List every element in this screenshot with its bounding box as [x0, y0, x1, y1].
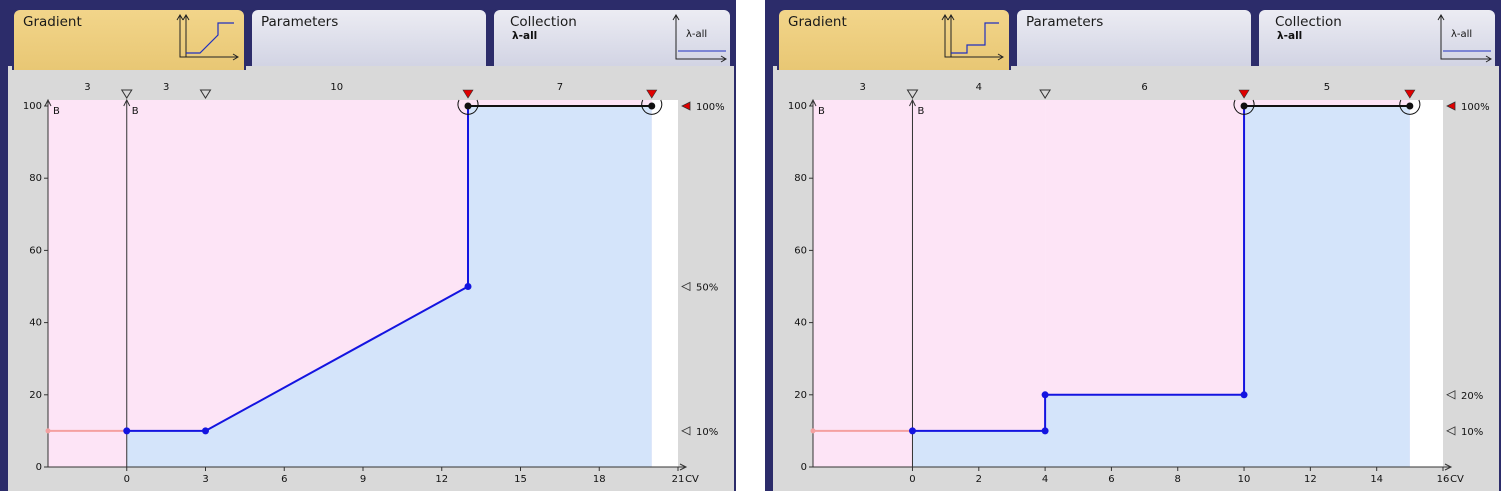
x-tick-label: 6 [1108, 474, 1114, 485]
x-tick-label: 21 [672, 474, 685, 485]
y-axis-label: B [53, 106, 60, 117]
x-tick-label: 0 [124, 474, 130, 485]
x-tick-label: 9 [360, 474, 366, 485]
gradient-panel-left: Gradient Parameters Collection λ-all λ-a… [0, 0, 736, 491]
x-tick-label: 10 [1238, 474, 1251, 485]
y-tick-label: 20 [794, 390, 807, 401]
x-tick-label: 8 [1175, 474, 1181, 485]
y-tick-label: 100 [788, 101, 807, 112]
chart-area-right: 3 4 6 5 B 0 20 40 60 80 100 CV 0 2 4 6 8 10 12 14 16 B 100% 20%… [773, 66, 1499, 491]
tab-parameters-label: Parameters [261, 14, 339, 30]
gradient-point[interactable] [464, 283, 472, 290]
tab-collection-label: Collection [1275, 14, 1342, 30]
step-gradient-icon [941, 14, 1004, 61]
equilibration-point [810, 428, 816, 434]
gradient-panel-right: Gradient Parameters Collection λ-all λ-a… [765, 0, 1501, 491]
lambda-all-icon: λ-all [1437, 14, 1492, 63]
gradient-point[interactable] [1240, 391, 1248, 399]
tab-collection[interactable]: Collection λ-all λ-all [492, 8, 732, 72]
gradient-point[interactable] [123, 427, 131, 435]
y-axis-label: B [818, 106, 825, 117]
gradient-point[interactable] [202, 427, 209, 435]
x-tick-label: 6 [281, 474, 287, 485]
wash-point[interactable] [464, 102, 472, 110]
sample-region [912, 100, 1046, 467]
y-tick-label: 80 [29, 173, 42, 184]
segment-length-label: 3 [163, 82, 169, 93]
gradient-point[interactable] [908, 427, 916, 435]
tab-collection-sub: λ-all [512, 30, 538, 42]
segment-length-label: 10 [330, 82, 343, 93]
tab-parameters-label: Parameters [1026, 14, 1104, 30]
tab-collection[interactable]: Collection λ-all λ-all [1257, 8, 1497, 72]
x-tick-label: 3 [202, 474, 208, 485]
gradient-point[interactable] [1041, 391, 1049, 399]
level-label: 100% [696, 102, 725, 113]
y-tick-label: 0 [801, 462, 807, 473]
x-tick-label: 0 [909, 474, 915, 485]
x-tick-label: 12 [1304, 474, 1317, 485]
chart-area-left: 3 3 10 7 B 0 20 40 60 80 100 CV 0 3 6 9 12 15 18 21 B 100% 50%… [8, 66, 734, 491]
y-tick-label: 40 [29, 318, 42, 329]
b-axis-label: B [132, 106, 139, 117]
y-tick-label: 40 [794, 318, 807, 329]
lambda-all-icon: λ-all [672, 14, 727, 63]
x-axis-label: CV [1450, 474, 1464, 485]
x-axis-label: CV [685, 474, 699, 485]
x-tick-label: 18 [593, 474, 606, 485]
level-label: 50% [696, 283, 718, 294]
y-tick-label: 60 [794, 245, 807, 256]
gradient-chart-1[interactable]: 3 3 10 7 B 0 20 40 60 80 100 CV 0 3 6 9 12 15 18 21 B 100% 50%… [8, 66, 734, 491]
segment-header [48, 66, 678, 100]
lambda-all-icon-text: λ-all [1451, 29, 1472, 40]
segment-length-label: 3 [860, 82, 866, 93]
equilibration-point [45, 428, 51, 434]
wash-point[interactable] [1240, 102, 1248, 110]
tab-gradient-label: Gradient [23, 14, 82, 30]
x-tick-label: 12 [435, 474, 448, 485]
tab-collection-label: Collection [510, 14, 577, 30]
level-label: 100% [1461, 102, 1490, 113]
segment-length-label: 5 [1324, 82, 1330, 93]
x-tick-label: 4 [1042, 474, 1048, 485]
segment-header [813, 66, 1443, 100]
y-tick-label: 60 [29, 245, 42, 256]
equilibration-region [48, 100, 127, 467]
segment-length-label: 7 [557, 82, 563, 93]
tab-collection-sub: λ-all [1277, 30, 1303, 42]
b-axis-label: B [917, 106, 924, 117]
gradient-point[interactable] [1041, 427, 1049, 435]
segment-length-label: 3 [84, 82, 90, 93]
sample-region [126, 100, 206, 467]
segment-length-label: 4 [976, 82, 982, 93]
equilibration-region [813, 100, 913, 467]
segment-length-label: 6 [1141, 82, 1147, 93]
y-tick-label: 80 [794, 173, 807, 184]
tab-gradient[interactable]: Gradient [777, 8, 1011, 70]
wash-point[interactable] [1406, 102, 1414, 110]
tab-gradient-label: Gradient [788, 14, 847, 30]
wash-point[interactable] [648, 102, 656, 110]
x-tick-label: 16 [1437, 474, 1450, 485]
tab-gradient[interactable]: Gradient [12, 8, 246, 70]
tab-parameters[interactable]: Parameters [250, 8, 488, 72]
y-tick-label: 0 [36, 462, 42, 473]
level-label: 10% [696, 427, 718, 438]
lambda-all-icon-text: λ-all [686, 29, 707, 40]
level-label: 20% [1461, 391, 1483, 402]
gradient-icon [176, 14, 239, 61]
x-tick-label: 15 [514, 474, 527, 485]
gradient-chart-2[interactable]: 3 4 6 5 B 0 20 40 60 80 100 CV 0 2 4 6 8 10 12 14 16 B 100% 20%… [773, 66, 1499, 491]
level-label: 10% [1461, 427, 1483, 438]
x-tick-label: 14 [1370, 474, 1383, 485]
y-tick-label: 20 [29, 390, 42, 401]
tab-parameters[interactable]: Parameters [1015, 8, 1253, 72]
y-tick-label: 100 [23, 101, 42, 112]
x-tick-label: 2 [976, 474, 982, 485]
